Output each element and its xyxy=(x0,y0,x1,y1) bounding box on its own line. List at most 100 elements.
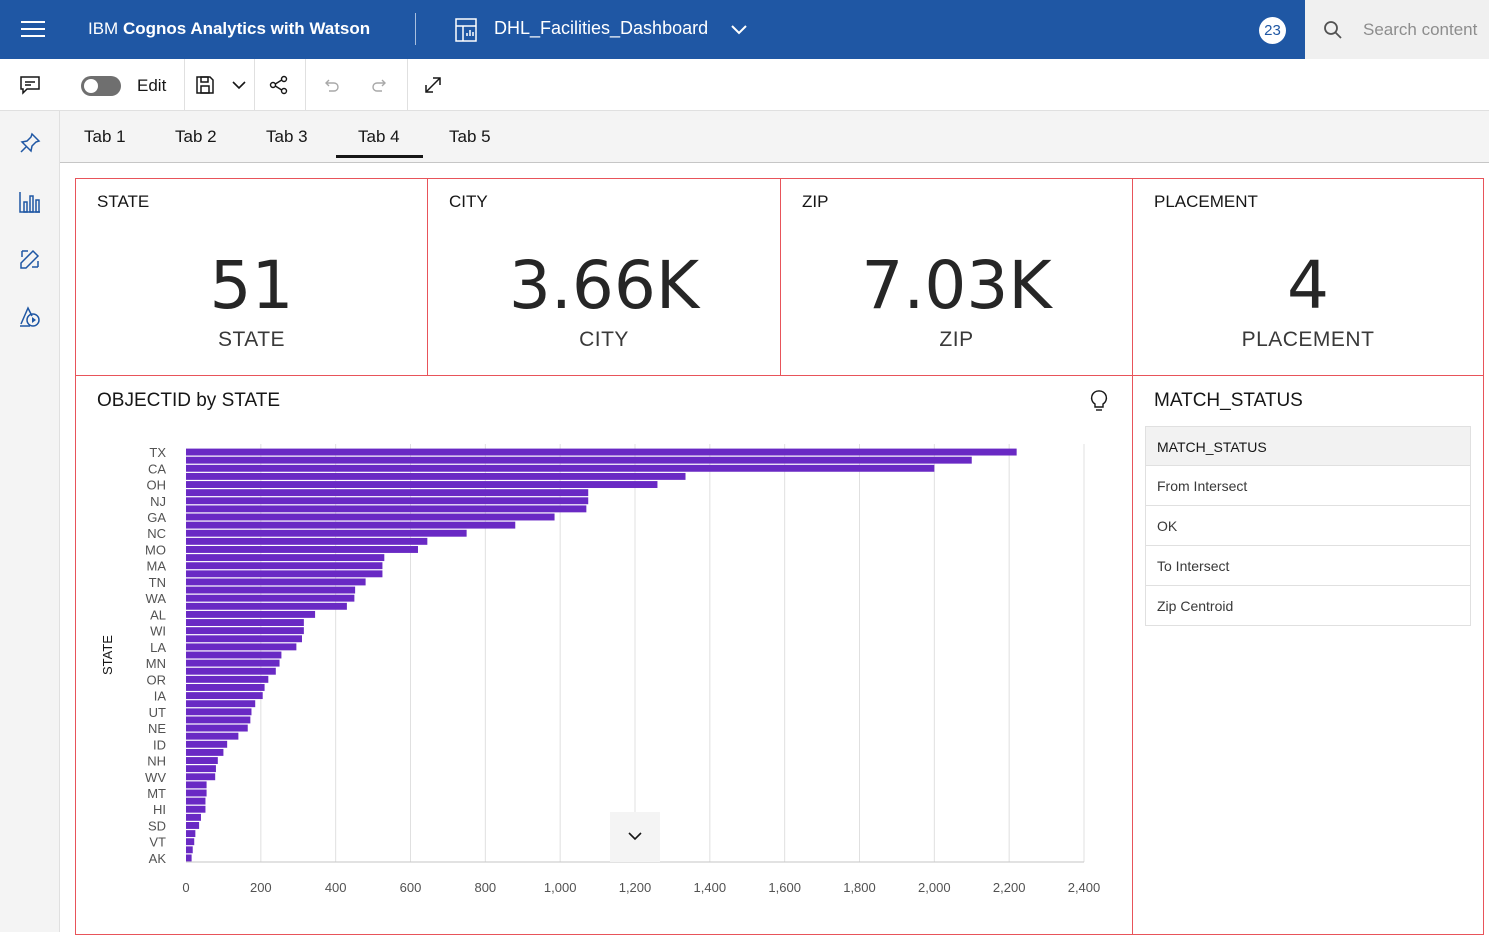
tab-4[interactable]: Tab 4 xyxy=(358,127,400,147)
table-header[interactable]: MATCH_STATUS xyxy=(1145,426,1471,466)
bar xyxy=(186,724,248,732)
x-tick-label: 1,600 xyxy=(768,880,801,895)
kpi-label: PLACEMENT xyxy=(1241,328,1375,351)
save-icon[interactable] xyxy=(194,74,216,96)
bar xyxy=(186,700,256,708)
tab-2[interactable]: Tab 2 xyxy=(175,127,217,147)
visualizations-icon[interactable] xyxy=(18,190,42,214)
x-tick-label: 2,000 xyxy=(918,880,951,895)
kpi-value: 3.66K xyxy=(508,247,700,324)
y-axis-label: STATE xyxy=(100,635,115,675)
top-bar: IBM Cognos Analytics with Watson DHL_Fac… xyxy=(0,0,1489,59)
kpi-label: STATE xyxy=(217,328,286,351)
divider xyxy=(254,59,255,111)
y-tick-label: VT xyxy=(149,835,166,850)
hamburger-menu-icon[interactable] xyxy=(14,14,52,44)
redo-icon[interactable] xyxy=(369,74,391,96)
table-row[interactable]: To Intersect xyxy=(1145,546,1471,586)
bar xyxy=(186,838,195,846)
y-tick-label: WV xyxy=(145,770,166,785)
y-tick-label: MA xyxy=(147,559,167,574)
bar xyxy=(186,740,228,748)
rail-top xyxy=(0,59,60,111)
pin-icon[interactable] xyxy=(18,131,42,155)
toolbar: Edit xyxy=(60,59,1489,111)
bar xyxy=(186,822,200,829)
x-tick-label: 200 xyxy=(250,880,272,895)
kpi-card-state[interactable]: STATE 51 STATE xyxy=(75,178,428,376)
bar xyxy=(186,594,355,602)
kpi-label: ZIP xyxy=(939,328,974,351)
data-icon[interactable] xyxy=(18,304,42,328)
y-tick-label: HI xyxy=(153,802,166,817)
notification-badge[interactable]: 23 xyxy=(1259,17,1286,44)
bar xyxy=(186,513,555,521)
undo-icon[interactable] xyxy=(320,74,342,96)
bar xyxy=(186,464,935,472)
table-row[interactable]: Zip Centroid xyxy=(1145,586,1471,626)
bar xyxy=(186,619,304,626)
bar xyxy=(186,692,263,700)
x-tick-label: 600 xyxy=(400,880,422,895)
bar xyxy=(186,854,192,862)
bar-chart-widget[interactable]: OBJECTID by STATE 0 200 400 600 800 1,000 1,20… xyxy=(75,375,1133,935)
x-tick-label: 1,800 xyxy=(843,880,876,895)
y-tick-label: OH xyxy=(147,478,167,493)
divider xyxy=(305,59,306,111)
x-tick-label: 0 xyxy=(182,880,189,895)
tab-3[interactable]: Tab 3 xyxy=(266,127,308,147)
bar xyxy=(186,830,196,838)
x-tick-label: 2,200 xyxy=(993,880,1026,895)
bar xyxy=(186,732,239,740)
comment-icon[interactable] xyxy=(18,73,42,97)
chevron-down-icon[interactable] xyxy=(728,18,750,40)
kpi-card-city[interactable]: CITY 3.66K CITY xyxy=(427,178,781,376)
bar xyxy=(186,456,972,464)
assets-icon[interactable] xyxy=(18,247,42,271)
bar xyxy=(186,757,218,764)
widget-title: MATCH_STATUS xyxy=(1154,390,1303,411)
dashboard-name[interactable]: DHL_Facilities_Dashboard xyxy=(494,18,708,39)
y-tick-label: TX xyxy=(149,445,166,460)
search-input[interactable] xyxy=(1363,18,1489,42)
y-tick-label: NE xyxy=(148,721,166,736)
tab-5[interactable]: Tab 5 xyxy=(449,127,491,147)
share-icon[interactable] xyxy=(268,74,290,96)
match-status-widget[interactable]: MATCH_STATUS MATCH_STATUS From Intersect… xyxy=(1132,375,1484,935)
match-status-table: MATCH_STATUS From Intersect OK To Inters… xyxy=(1145,426,1471,626)
divider xyxy=(407,59,408,111)
chevron-down-icon[interactable] xyxy=(228,74,250,96)
search-icon[interactable] xyxy=(1323,20,1343,40)
kpi-value: 4 xyxy=(1287,247,1329,324)
left-rail xyxy=(0,59,60,932)
bar xyxy=(186,529,467,537)
x-tick-label: 1,400 xyxy=(694,880,727,895)
tab-1[interactable]: Tab 1 xyxy=(84,127,126,147)
kpi-title: PLACEMENT xyxy=(1154,192,1258,211)
expand-icon[interactable] xyxy=(422,74,444,96)
bar xyxy=(186,505,587,513)
table-row[interactable]: From Intersect xyxy=(1145,466,1471,506)
tab-bar: Tab 1 Tab 2 Tab 3 Tab 4 Tab 5 xyxy=(60,111,1489,163)
bar xyxy=(186,813,201,821)
y-tick-label: NH xyxy=(147,754,166,769)
search-box xyxy=(1305,0,1489,59)
y-tick-label: UT xyxy=(149,705,166,720)
bar xyxy=(186,570,383,578)
y-tick-label: NC xyxy=(147,526,166,541)
kpi-card-placement[interactable]: PLACEMENT 4 PLACEMENT xyxy=(1132,178,1484,376)
scroll-down-button[interactable] xyxy=(610,812,660,862)
y-tick-label: AL xyxy=(150,607,166,622)
y-tick-label: TN xyxy=(149,575,166,590)
bar xyxy=(186,765,216,773)
edit-toggle[interactable] xyxy=(81,76,121,96)
bar xyxy=(186,667,276,675)
y-tick-label: MT xyxy=(147,786,166,801)
bar xyxy=(186,521,516,529)
bar xyxy=(186,489,589,497)
divider xyxy=(184,59,185,111)
kpi-card-zip[interactable]: ZIP 7.03K ZIP xyxy=(780,178,1133,376)
x-tick-label: 1,000 xyxy=(544,880,577,895)
edit-label: Edit xyxy=(137,76,167,95)
table-row[interactable]: OK xyxy=(1145,506,1471,546)
